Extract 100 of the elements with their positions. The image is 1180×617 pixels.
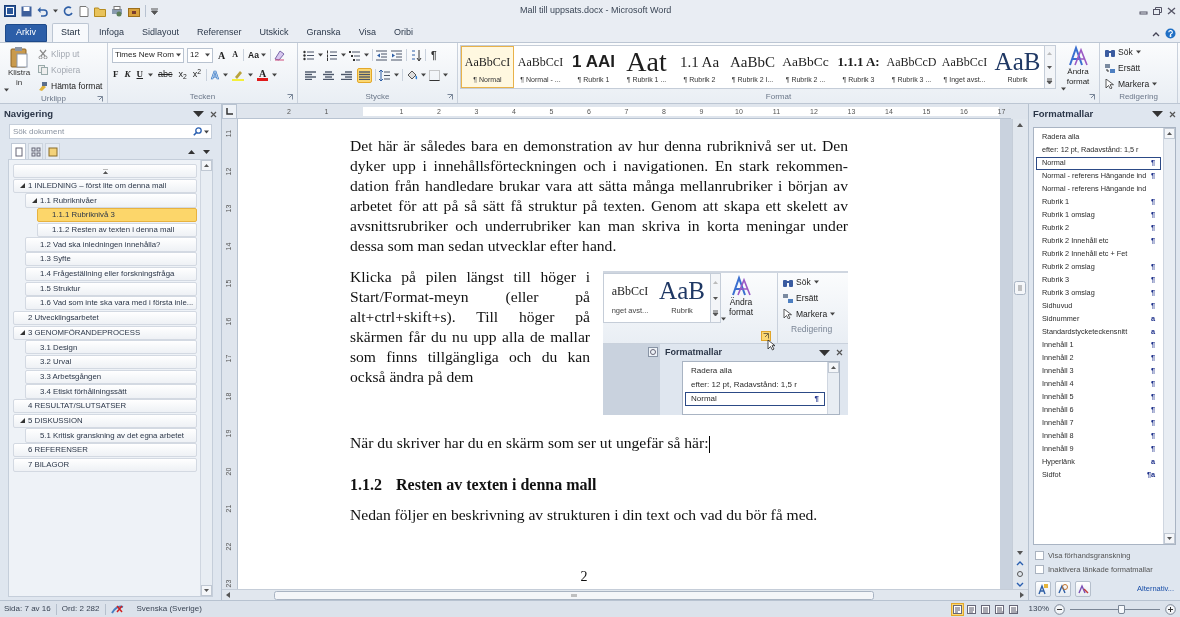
numbered-list-icon[interactable] — [326, 49, 338, 61]
ribbon-tab[interactable]: Utskick — [251, 24, 297, 42]
search-icon[interactable] — [193, 127, 202, 136]
scrollbar[interactable] — [827, 362, 839, 414]
redo-icon[interactable] — [63, 5, 74, 17]
view-button[interactable] — [978, 602, 992, 616]
scroll-thumb-icon[interactable] — [274, 590, 874, 600]
dialog-launcher-icon[interactable] — [287, 94, 293, 100]
format-button[interactable]: x$_{2}$ — [177, 68, 188, 82]
line-spacing-icon[interactable] — [379, 69, 391, 81]
view-tab[interactable] — [28, 143, 43, 159]
checkbox[interactable] — [1035, 565, 1044, 575]
font-color-button[interactable]: A — [257, 69, 268, 81]
style-tool-button[interactable] — [1075, 580, 1091, 597]
style-item[interactable]: efter: 12 pt, Radavstånd: 1,5 r — [685, 378, 825, 392]
save-icon[interactable] — [21, 5, 32, 17]
scrollbar[interactable] — [200, 160, 212, 596]
font-name-field[interactable]: Times New Rom — [112, 47, 184, 63]
format-button[interactable]: F — [112, 68, 120, 82]
ribbon-tab[interactable]: Infoga — [91, 24, 133, 42]
font-size-field[interactable]: 12 — [187, 47, 213, 63]
format-button[interactable]: U — [135, 68, 144, 82]
dialog-launcher-button[interactable] — [761, 331, 771, 341]
borders-icon[interactable] — [429, 69, 440, 81]
clipboard-button[interactable]: Hämta format — [38, 79, 103, 93]
expanded-arrow-icon[interactable] — [31, 197, 37, 203]
decrease-indent-icon[interactable] — [376, 49, 388, 61]
ribbon-tab[interactable]: Visa — [350, 24, 384, 42]
format-button[interactable]: x$^{2}$ — [191, 68, 203, 82]
zoom-in-icon[interactable] — [1165, 603, 1176, 615]
close-icon[interactable] — [836, 349, 843, 356]
view-button[interactable] — [964, 602, 978, 616]
ribbon-tab[interactable]: Start — [52, 23, 89, 42]
style-tool-button[interactable] — [1035, 580, 1051, 597]
multilevel-list-icon[interactable] — [349, 49, 361, 61]
grow-font-button[interactable]: A — [216, 47, 228, 63]
word-count[interactable]: Ord: 2 282 — [61, 603, 100, 615]
word-logo-icon[interactable] — [4, 5, 16, 17]
search-field[interactable]: Sök dokument — [9, 124, 212, 139]
clear-formatting-icon[interactable] — [273, 49, 285, 61]
checkbox[interactable] — [1035, 551, 1044, 561]
restore-icon[interactable] — [1153, 7, 1162, 15]
previous-heading-icon[interactable] — [188, 150, 195, 154]
dialog-launcher-icon[interactable] — [447, 94, 453, 100]
expanded-arrow-icon[interactable] — [19, 183, 25, 189]
zoom-level[interactable]: 130% — [1028, 603, 1049, 615]
scroll-down-icon[interactable] — [201, 585, 212, 596]
view-button[interactable] — [1006, 602, 1020, 616]
close-icon[interactable] — [1169, 110, 1176, 118]
ribbon-tab[interactable]: Arkiv — [5, 24, 47, 42]
format-button[interactable]: K — [123, 68, 132, 82]
paint-bucket-icon[interactable] — [406, 69, 418, 81]
collapse-ribbon-icon[interactable] — [1152, 30, 1160, 37]
ribbon-tab[interactable]: Referenser — [189, 24, 250, 42]
sort-icon[interactable] — [410, 49, 422, 61]
scroll-thumb-icon[interactable] — [1013, 281, 1027, 295]
styles-icon[interactable] — [731, 275, 751, 297]
pane-menu-icon[interactable] — [193, 111, 204, 117]
close-icon[interactable] — [1167, 7, 1176, 15]
expanded-arrow-icon[interactable] — [19, 418, 25, 424]
find-button[interactable]: Sök — [1105, 45, 1172, 59]
select-button[interactable]: Markera — [1105, 77, 1172, 91]
tab-selector-button[interactable] — [222, 104, 237, 119]
paste-button[interactable]: Klistra in — [4, 46, 34, 93]
ribbon-tab[interactable]: Sidlayout — [134, 24, 188, 42]
scrollbar[interactable] — [1163, 128, 1175, 544]
expanded-arrow-icon[interactable] — [19, 330, 25, 336]
pane-menu-icon[interactable] — [1152, 111, 1163, 117]
pane-menu-icon[interactable] — [819, 349, 830, 356]
proofing-error-icon[interactable] — [110, 603, 124, 615]
page-count[interactable]: Sida: 7 av 16 — [4, 603, 51, 615]
language[interactable]: Svenska (Sverige) — [136, 603, 202, 615]
print-preview-icon[interactable] — [111, 5, 123, 17]
customize-toolbar-icon[interactable] — [151, 7, 158, 15]
close-icon[interactable] — [210, 110, 217, 118]
new-document-icon[interactable] — [79, 5, 89, 17]
style-item[interactable]: Radera alla — [685, 364, 825, 378]
scroll-up-icon[interactable] — [1164, 128, 1175, 139]
style-item[interactable]: Normal ¶ — [685, 392, 825, 406]
replace-button[interactable]: Ersätt — [1105, 61, 1172, 75]
bullet-list-icon[interactable] — [303, 49, 315, 61]
scrollbar[interactable] — [222, 589, 1028, 600]
ribbon-tab[interactable]: Oribi — [386, 24, 421, 42]
zoom-out-icon[interactable] — [1054, 603, 1065, 615]
dialog-launcher-icon[interactable] — [1089, 94, 1095, 100]
undo-icon[interactable] — [37, 5, 48, 17]
select-button[interactable]: Markera — [783, 307, 847, 321]
view-button[interactable] — [992, 602, 1006, 616]
change-case-button[interactable]: Aa — [247, 48, 267, 62]
dialog-launcher-icon[interactable] — [97, 96, 103, 102]
scrollbar[interactable] — [1012, 119, 1028, 589]
align-button[interactable] — [357, 67, 372, 83]
scroll-up-icon[interactable] — [201, 160, 212, 171]
show-marks-button[interactable]: ¶ — [429, 47, 439, 63]
format-button[interactable]: abc — [157, 68, 174, 82]
increase-indent-icon[interactable] — [391, 49, 403, 61]
help-icon[interactable] — [1165, 28, 1176, 39]
scroll-up-icon[interactable] — [828, 362, 839, 373]
view-button[interactable] — [950, 602, 964, 616]
style-tool-button[interactable] — [1055, 580, 1071, 597]
